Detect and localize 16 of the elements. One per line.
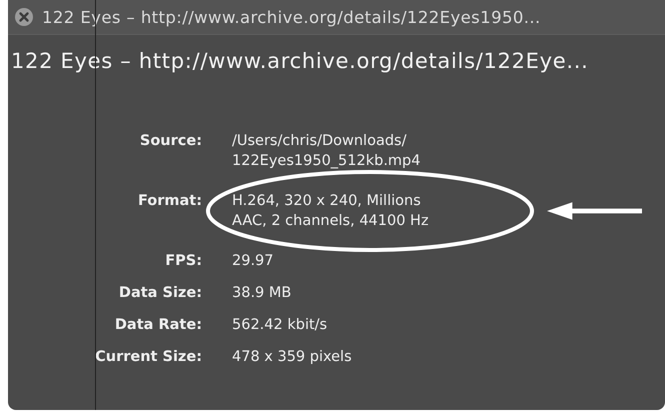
info-value: /Users/chris/Downloads/ 122Eyes1950_512kb.mp4: [232, 133, 420, 169]
info-label: Current Size:: [94, 348, 202, 367]
info-label: Source:: [138, 132, 202, 151]
info-value: H.264, 320 x 240, Millions AAC, 2 channels, 44100 Hz: [232, 193, 429, 229]
window-title: 122 Eyes – http://www.archive.org/details/122Eyes1950...: [42, 8, 541, 26]
info-label: Data Size:: [118, 284, 202, 303]
info-value: 478 x 359 pixels: [232, 349, 352, 365]
info-label: Format:: [136, 192, 202, 211]
info-label: FPS:: [164, 252, 202, 271]
info-label: Data Rate:: [114, 316, 202, 335]
info-value: 38.9 MB: [232, 285, 292, 301]
movie-title: 122 Eyes – http://www.archive.org/details/122Eye...: [11, 49, 590, 73]
arrow-icon: [547, 200, 642, 222]
info-value: 562.42 kbit/s: [232, 317, 328, 333]
close-icon[interactable]: [14, 7, 34, 27]
info-value: 29.97: [232, 253, 274, 269]
